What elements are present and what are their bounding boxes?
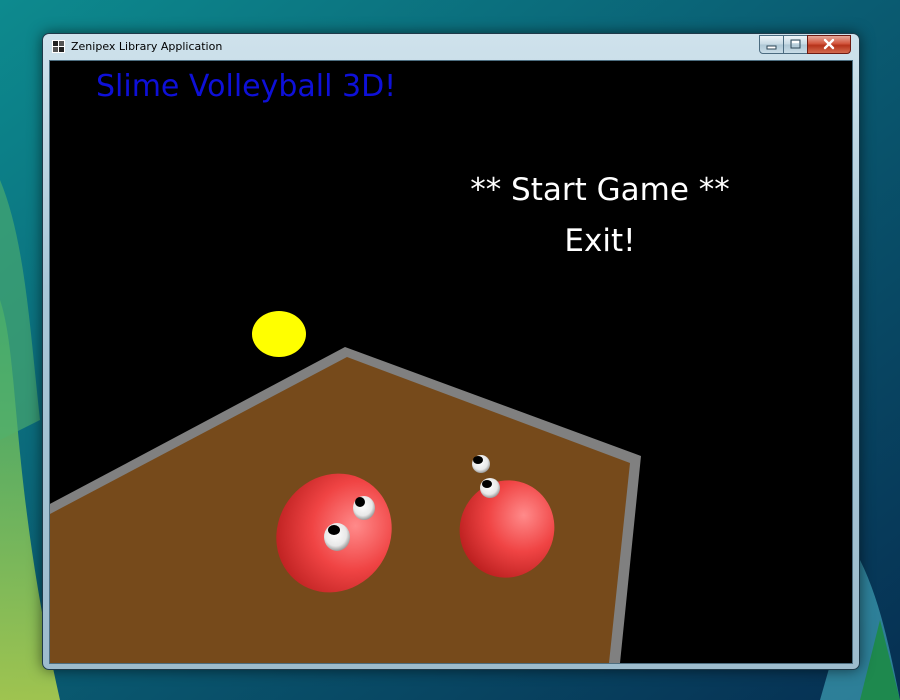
slime-2-eye-bottom <box>480 478 500 498</box>
game-viewport[interactable]: Slime Volleyball 3D! ** Start Game ** Ex… <box>49 60 853 664</box>
slime-1-eye-back <box>353 496 375 520</box>
close-button[interactable] <box>807 35 851 54</box>
menu-item-start-game[interactable]: ** Start Game ** <box>430 165 770 216</box>
volleyball <box>252 311 306 357</box>
main-menu: ** Start Game ** Exit! <box>430 165 770 267</box>
game-title: Slime Volleyball 3D! <box>96 69 397 104</box>
menu-item-exit[interactable]: Exit! <box>430 216 770 267</box>
game-scene <box>50 311 641 663</box>
title-bar[interactable]: Zenipex Library Application <box>43 34 859 59</box>
app-window: Zenipex Library Application Slime Volley… <box>42 33 860 670</box>
minimize-icon <box>766 45 777 50</box>
maximize-button[interactable] <box>783 35 808 54</box>
close-icon <box>823 38 835 50</box>
slime-1-eye-front <box>324 523 350 551</box>
minimize-button[interactable] <box>759 35 784 54</box>
app-icon <box>52 40 65 53</box>
slime-2-eye-top <box>472 455 490 473</box>
maximize-icon <box>790 39 801 49</box>
window-title: Zenipex Library Application <box>71 40 223 53</box>
